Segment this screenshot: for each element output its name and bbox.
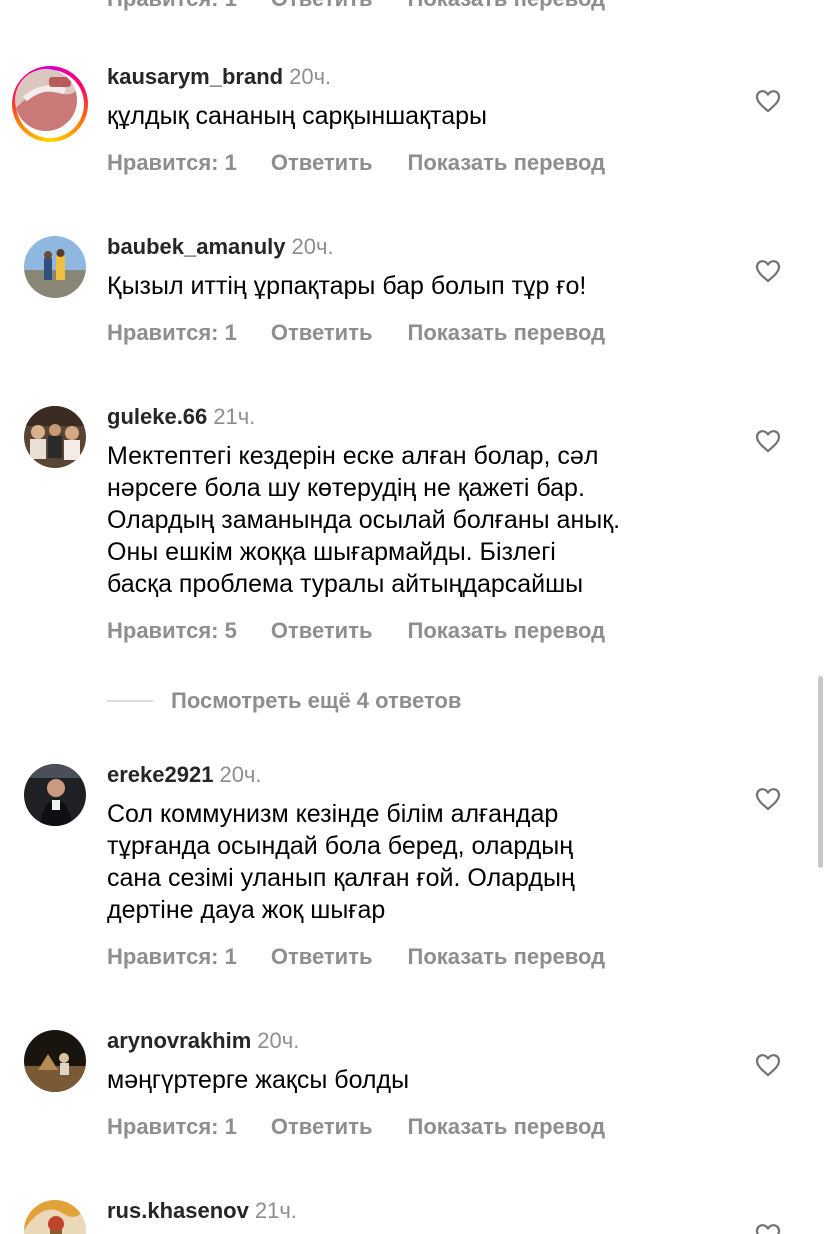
- heart-outline-icon[interactable]: [755, 1053, 781, 1077]
- heart-outline-icon[interactable]: [755, 429, 781, 453]
- comment-header: arynovrakhim 20ч.: [107, 1028, 299, 1054]
- divider-line: [107, 700, 153, 702]
- view-more-replies-label: Посмотреть ещё 4 ответов: [171, 688, 462, 713]
- timestamp: 21ч.: [213, 404, 256, 429]
- comment-header: guleke.66 21ч.: [107, 404, 255, 430]
- reply-button[interactable]: Ответить: [271, 618, 373, 644]
- username[interactable]: arynovrakhim: [107, 1028, 251, 1053]
- username[interactable]: ereke2921: [107, 762, 213, 787]
- comment-text: Сол коммунизм кезінде білім алғандар тұр…: [107, 800, 575, 924]
- heart-outline-icon[interactable]: [755, 89, 781, 113]
- avatar-with-story-ring[interactable]: [12, 66, 88, 142]
- reply-button[interactable]: Ответить: [271, 1114, 373, 1140]
- avatar: [15, 69, 77, 131]
- heart-outline-icon[interactable]: [755, 1223, 781, 1234]
- likes-count-button[interactable]: Нравится: 1: [107, 0, 237, 12]
- comment-actions: Нравится: 1 Ответить Показать перевод: [107, 1114, 605, 1140]
- avatar[interactable]: [24, 1030, 86, 1092]
- show-translation-button[interactable]: Показать перевод: [408, 320, 606, 346]
- username[interactable]: rus.khasenov: [107, 1198, 249, 1223]
- heart-outline-icon[interactable]: [755, 259, 781, 283]
- timestamp: 21ч.: [254, 1198, 297, 1223]
- comment-actions: Нравится: 1 Ответить Показать перевод: [107, 944, 605, 970]
- likes-count-button[interactable]: Нравится: 1: [107, 944, 237, 970]
- username[interactable]: kausarym_brand: [107, 64, 283, 89]
- show-translation-button[interactable]: Показать перевод: [408, 618, 606, 644]
- comment-actions: Нравится: 1 Ответить Показать перевод: [107, 320, 605, 346]
- show-translation-button[interactable]: Показать перевод: [408, 1114, 606, 1140]
- comment-text: мәңгүртерге жақсы болды: [107, 1066, 410, 1094]
- comment-actions-top-partial: Нравится: 1 Ответить Показать перевод: [107, 0, 605, 12]
- comment-header: rus.khasenov 21ч.: [107, 1198, 297, 1224]
- comments-page: Нравится: 1 Ответить Показать перевод ka…: [0, 0, 828, 1234]
- likes-count-button[interactable]: Нравится: 1: [107, 1114, 237, 1140]
- username[interactable]: baubek_amanuly: [107, 234, 286, 259]
- reply-button[interactable]: Ответить: [271, 320, 373, 346]
- username[interactable]: guleke.66: [107, 404, 207, 429]
- show-translation-button[interactable]: Показать перевод: [408, 150, 606, 176]
- avatar[interactable]: [24, 406, 86, 468]
- timestamp: 20ч.: [257, 1028, 300, 1053]
- heart-outline-icon[interactable]: [755, 787, 781, 811]
- avatar[interactable]: [24, 764, 86, 826]
- show-translation-button[interactable]: Показать перевод: [408, 0, 606, 12]
- avatar[interactable]: [24, 236, 86, 298]
- reply-button[interactable]: Ответить: [271, 0, 373, 12]
- comment-text: құлдық сананың сарқыншақтары: [107, 102, 487, 130]
- likes-count-button[interactable]: Нравится: 5: [107, 618, 237, 644]
- comment-actions: Нравится: 5 Ответить Показать перевод: [107, 618, 605, 644]
- scrollbar[interactable]: [818, 676, 823, 868]
- timestamp: 20ч.: [291, 234, 334, 259]
- show-translation-button[interactable]: Показать перевод: [408, 944, 606, 970]
- timestamp: 20ч.: [289, 64, 332, 89]
- timestamp: 20ч.: [219, 762, 262, 787]
- comment-header: baubek_amanuly 20ч.: [107, 234, 334, 260]
- comment-header: ereke2921 20ч.: [107, 762, 262, 788]
- comment-text: Мектептегі кездерін еске алған болар, сә…: [107, 442, 621, 598]
- reply-button[interactable]: Ответить: [271, 150, 373, 176]
- avatar[interactable]: [24, 1200, 86, 1234]
- comment-actions: Нравится: 1 Ответить Показать перевод: [107, 150, 605, 176]
- comment-text: Қызыл иттің ұрпақтары бар болып тұр ғо!: [107, 272, 587, 300]
- view-more-replies-button[interactable]: Посмотреть ещё 4 ответов: [107, 688, 461, 714]
- reply-button[interactable]: Ответить: [271, 944, 373, 970]
- comment-header: kausarym_brand 20ч.: [107, 64, 331, 90]
- likes-count-button[interactable]: Нравится: 1: [107, 150, 237, 176]
- likes-count-button[interactable]: Нравится: 1: [107, 320, 237, 346]
